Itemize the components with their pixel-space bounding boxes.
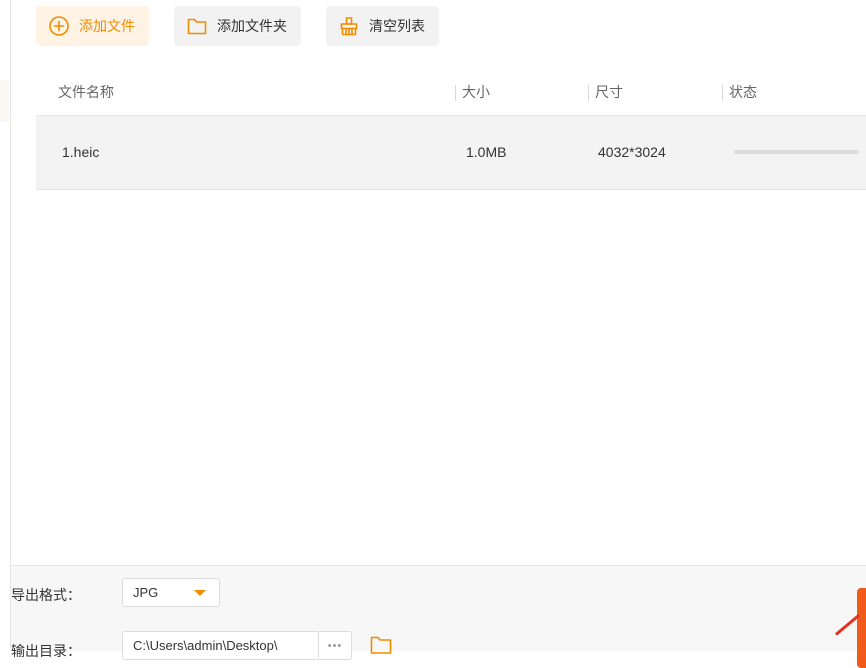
open-folder-button[interactable]: [369, 634, 393, 656]
column-header-status: 状态: [722, 70, 757, 115]
column-separator: [588, 85, 589, 102]
status-progress-bar: [734, 150, 859, 154]
clear-list-button[interactable]: 清空列表: [326, 6, 439, 46]
left-sidebar: [0, 0, 11, 650]
column-header-name: 文件名称: [58, 84, 114, 100]
file-dimensions: 4032*3024: [598, 144, 666, 160]
column-header-size: 大小: [455, 70, 490, 115]
output-dir-field[interactable]: C:\Users\admin\Desktop\: [122, 631, 319, 660]
add-file-button[interactable]: 添加文件: [36, 6, 149, 46]
output-dir-value: C:\Users\admin\Desktop\: [133, 638, 278, 653]
broom-icon: [338, 15, 360, 37]
format-select[interactable]: JPG: [122, 578, 220, 607]
column-header-dimensions: 尺寸: [588, 70, 623, 115]
add-folder-label: 添加文件夹: [217, 18, 287, 34]
browse-dir-button[interactable]: •••: [319, 631, 352, 660]
file-size: 1.0MB: [466, 144, 507, 160]
folder-icon: [369, 636, 393, 659]
clear-list-label: 清空列表: [369, 18, 425, 34]
format-label: 导出格式：: [11, 587, 81, 603]
format-value: JPG: [133, 585, 159, 600]
convert-button[interactable]: [857, 588, 866, 668]
folder-icon: [186, 15, 208, 37]
sidebar-selected-item[interactable]: [0, 80, 9, 122]
add-file-label: 添加文件: [79, 18, 135, 34]
output-dir-label: 输出目录：: [11, 643, 81, 659]
file-table-header: 文件名称 大小 尺寸 状态: [36, 70, 866, 116]
column-separator: [455, 85, 456, 102]
toolbar: 添加文件 添加文件夹 清空列表: [36, 6, 439, 46]
plus-circle-icon: [48, 15, 70, 37]
file-name: 1.heic: [62, 144, 100, 160]
output-settings-panel: 导出格式： JPG 输出目录： C:\Users\admin\Desktop\ …: [11, 565, 866, 660]
column-separator: [722, 85, 723, 102]
chevron-down-icon: [194, 590, 206, 596]
table-row[interactable]: 1.heic 1.0MB 4032*3024: [36, 116, 866, 190]
add-folder-button[interactable]: 添加文件夹: [174, 6, 301, 46]
